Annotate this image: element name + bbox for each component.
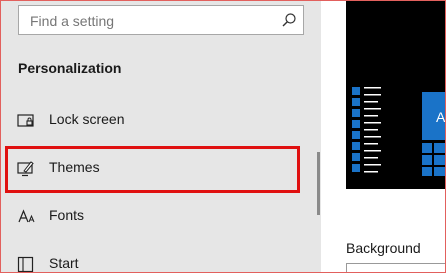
sidebar-item-fonts[interactable]: Fonts: [1, 196, 313, 236]
sidebar-item-label: Start: [49, 255, 79, 271]
section-title: Personalization: [18, 60, 122, 76]
search-input[interactable]: Find a setting: [18, 5, 304, 35]
sidebar: Find a setting Personalization Lock scre…: [1, 1, 321, 272]
start-icon: [17, 256, 35, 272]
sidebar-item-themes[interactable]: Themes: [1, 148, 313, 188]
background-dropdown[interactable]: [346, 263, 445, 272]
fonts-icon: [17, 208, 35, 226]
search-placeholder: Find a setting: [30, 13, 115, 29]
themes-icon: [17, 160, 35, 178]
main-content: A Background: [321, 1, 446, 272]
settings-window: Find a setting Personalization Lock scre…: [0, 0, 446, 273]
sidebar-scrollbar[interactable]: [317, 152, 320, 215]
sidebar-item-start[interactable]: Start: [1, 244, 313, 272]
sidebar-item-lock-screen[interactable]: Lock screen: [1, 100, 313, 140]
search-icon[interactable]: [281, 12, 297, 28]
lock-screen-icon: [17, 112, 35, 130]
sidebar-item-label: Themes: [49, 159, 100, 175]
background-label: Background: [346, 240, 421, 256]
sidebar-item-label: Fonts: [49, 207, 85, 223]
theme-preview: A: [346, 1, 446, 189]
preview-tile-letter: A: [436, 109, 446, 125]
sidebar-item-label: Lock screen: [49, 111, 125, 127]
